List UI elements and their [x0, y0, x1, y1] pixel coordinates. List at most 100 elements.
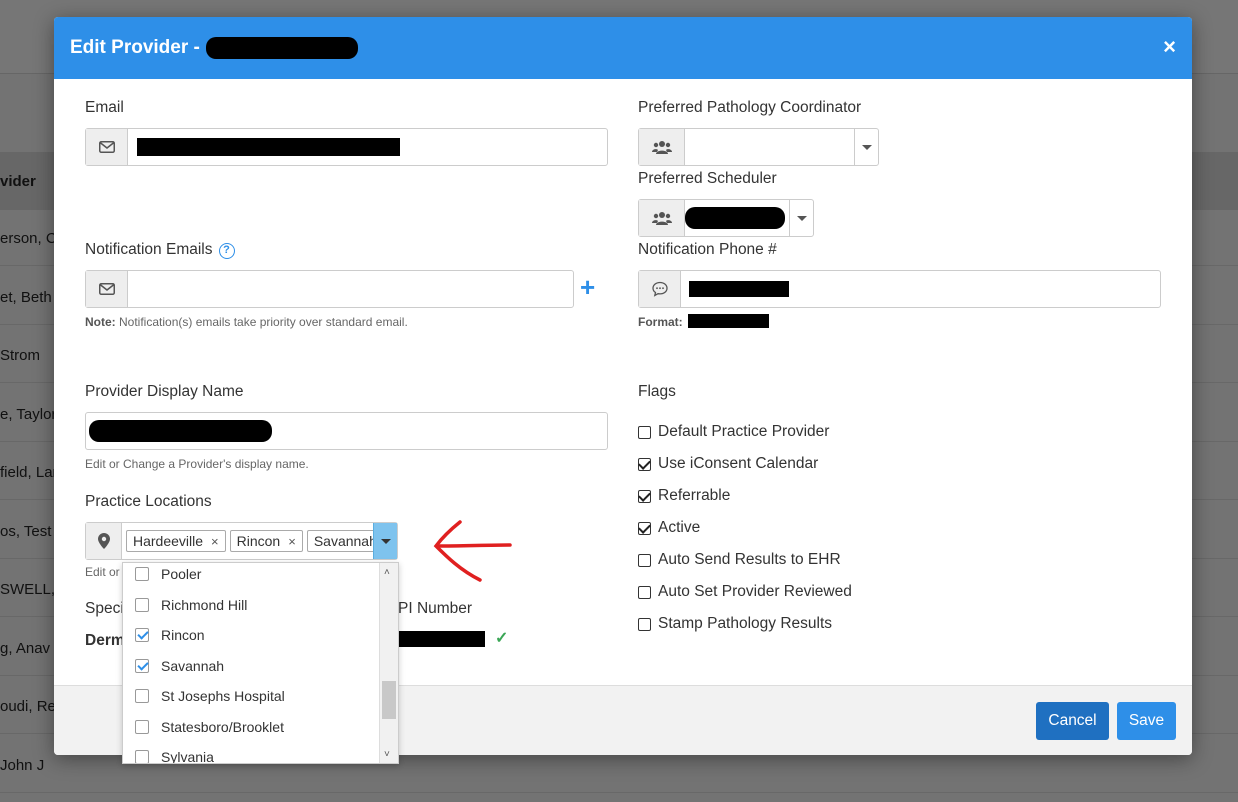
flag-checkbox[interactable]	[638, 489, 651, 503]
practice-locations-label: Practice Locations	[85, 493, 212, 510]
help-icon[interactable]: ?	[218, 243, 235, 259]
chevron-down-icon	[380, 538, 391, 544]
display-name-label: Provider Display Name	[85, 383, 244, 400]
redacted-scheduler-value	[685, 207, 785, 229]
flag-item[interactable]: Stamp Pathology Results	[638, 615, 832, 633]
location-option-label: Rincon	[161, 627, 205, 643]
location-option-checkbox[interactable]	[135, 628, 149, 642]
flag-checkbox[interactable]	[638, 457, 651, 471]
location-option-checkbox[interactable]	[135, 750, 149, 763]
scroll-down-icon[interactable]: ˅	[384, 749, 390, 760]
location-option[interactable]: St Josephs Hospital	[123, 681, 380, 711]
chevron-down-icon[interactable]	[854, 129, 878, 165]
practice-locations-dropdown: Pooler Richmond Hill Rincon Savannah St Jose…	[122, 562, 399, 764]
scheduler-select[interactable]	[638, 199, 814, 237]
location-option[interactable]: Pooler	[123, 563, 380, 589]
location-option[interactable]: Richmond Hill	[123, 590, 380, 620]
flag-label: Stamp Pathology Results	[658, 615, 833, 632]
chevron-down-icon[interactable]	[789, 200, 813, 236]
flag-label: Referrable	[658, 487, 731, 504]
location-option-label: Sylvania	[161, 749, 214, 764]
users-icon	[639, 200, 685, 236]
flag-label: Auto Send Results to EHR	[658, 551, 841, 568]
location-tag-label: Savannah	[313, 533, 373, 549]
location-option-checkbox[interactable]	[135, 689, 149, 703]
add-email-icon[interactable]: +	[580, 272, 595, 303]
flag-item[interactable]: Auto Send Results to EHR	[638, 551, 841, 569]
location-option-label: Statesboro/Brooklet	[161, 718, 284, 735]
locations-dropdown-toggle[interactable]	[373, 523, 397, 559]
flag-label: Active	[658, 519, 701, 536]
flag-checkbox[interactable]	[638, 585, 651, 599]
modal-header: Edit Provider - ×	[54, 17, 1192, 79]
flag-item[interactable]: Use iConsent Calendar	[638, 455, 818, 473]
flag-item[interactable]: Default Practice Provider	[638, 423, 829, 441]
location-option-checkbox[interactable]	[135, 567, 149, 581]
redacted-email-value	[137, 138, 400, 156]
location-option[interactable]: Rincon	[123, 620, 380, 650]
close-icon[interactable]: ×	[1163, 36, 1176, 58]
location-option[interactable]: Sylvania	[123, 742, 380, 764]
location-option[interactable]: Statesboro/Brooklet	[123, 712, 380, 742]
annotation-arrow-icon	[433, 520, 512, 582]
scroll-up-icon[interactable]: ˄	[384, 567, 390, 578]
redacted-phone-format	[688, 314, 769, 328]
flag-item[interactable]: Active	[638, 519, 700, 537]
scheduler-label: Preferred Scheduler	[638, 170, 777, 187]
pathology-coordinator-select[interactable]	[638, 128, 879, 166]
location-option-checkbox[interactable]	[135, 719, 149, 734]
location-option-label: Pooler	[161, 566, 202, 582]
specialty-value: Derm	[85, 632, 125, 649]
note-text: Notification(s) emails take priority ove…	[115, 315, 408, 329]
chevron-down-icon	[796, 215, 807, 221]
location-option-checkbox[interactable]	[135, 597, 149, 612]
sms-icon	[639, 271, 681, 307]
location-tag-label: Hardeeville	[133, 533, 204, 549]
notification-emails-label: Notification Emails?	[85, 241, 235, 259]
flag-item[interactable]: Auto Set Provider Reviewed	[638, 583, 852, 601]
flag-checkbox[interactable]	[638, 617, 651, 631]
chevron-down-icon	[861, 144, 872, 150]
pathology-coordinator-value[interactable]	[685, 129, 854, 165]
flag-item[interactable]: Referrable	[638, 487, 730, 505]
cancel-button[interactable]: Cancel	[1036, 702, 1109, 740]
npi-label: PI Number	[398, 600, 473, 617]
notification-emails-input[interactable]	[128, 271, 573, 307]
location-option-checkbox[interactable]	[135, 658, 149, 673]
redacted-provider-name	[205, 37, 358, 59]
flag-checkbox[interactable]	[638, 425, 651, 439]
notification-phone-label: Notification Phone #	[638, 241, 777, 258]
scroll-thumb[interactable]	[382, 681, 396, 719]
redacted-phone-value	[689, 281, 789, 297]
envelope-icon	[86, 129, 128, 165]
location-option[interactable]: Savannah	[123, 651, 380, 681]
location-tag: Rincon ×	[229, 530, 303, 552]
flag-checkbox[interactable]	[638, 553, 651, 567]
practice-locations-select[interactable]: Hardeeville × Rincon × Savannah×	[85, 522, 398, 560]
remove-tag-icon[interactable]: ×	[288, 534, 296, 549]
note-bold: Note:	[85, 315, 116, 329]
modal-title: Edit Provider -	[70, 37, 200, 58]
remove-tag-icon[interactable]: ×	[211, 534, 219, 549]
email-field[interactable]	[85, 128, 608, 166]
notification-emails-field[interactable]	[85, 270, 574, 308]
notification-emails-note: Note: Notification(s) emails take priori…	[85, 315, 408, 329]
envelope-icon	[86, 271, 128, 307]
specialty-label: Speci	[85, 600, 124, 617]
pathology-coordinator-label: Preferred Pathology Coordinator	[638, 99, 862, 116]
display-name-field[interactable]	[85, 412, 608, 450]
phone-format-label: Format:	[638, 315, 683, 329]
location-tag-label: Rincon	[236, 533, 281, 549]
dropdown-scrollbar[interactable]: ˄ ˅	[379, 563, 398, 763]
location-tag: Hardeeville ×	[126, 530, 226, 552]
selected-locations: Hardeeville × Rincon × Savannah×	[122, 523, 373, 559]
map-marker-icon	[86, 523, 122, 559]
notification-emails-label-text: Notification Emails	[85, 241, 213, 258]
notification-phone-field[interactable]	[638, 270, 1161, 308]
redacted-npi-value	[398, 631, 485, 647]
flags-label: Flags	[638, 383, 676, 400]
save-button[interactable]: Save	[1117, 702, 1176, 740]
flag-checkbox[interactable]	[638, 521, 651, 535]
flag-label: Auto Set Provider Reviewed	[658, 583, 852, 600]
location-option-label: Savannah	[161, 657, 225, 674]
